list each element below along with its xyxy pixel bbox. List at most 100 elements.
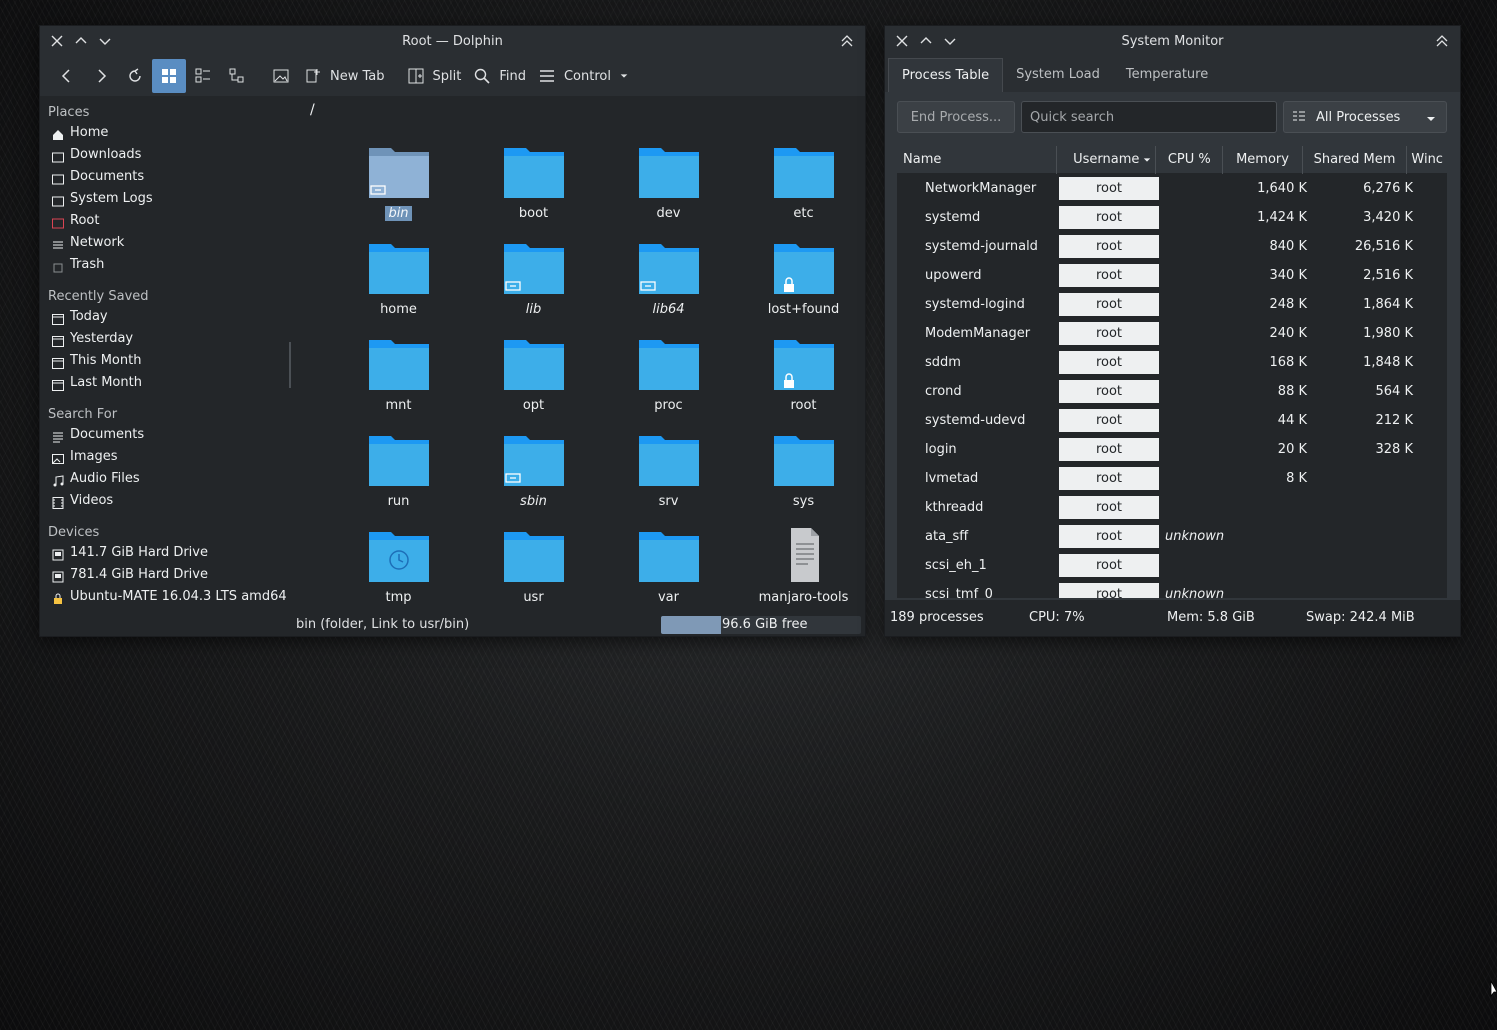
file-item[interactable]: lib	[466, 240, 601, 336]
find-button[interactable]: Find	[467, 59, 532, 93]
keep-above-icon[interactable]	[835, 29, 859, 53]
table-row[interactable]: NetworkManager root 1,640 K 6,276 K	[897, 174, 1447, 203]
recent-last-month[interactable]: Last Month	[40, 372, 290, 394]
place-network[interactable]: Network	[40, 232, 290, 254]
back-button[interactable]	[50, 59, 84, 93]
process-user: root	[1059, 409, 1159, 432]
search-images[interactable]: Images	[40, 446, 290, 468]
file-item[interactable]: srv	[601, 432, 736, 528]
file-item[interactable]: tmp	[331, 528, 466, 614]
file-item[interactable]: usr	[466, 528, 601, 614]
keep-above-icon[interactable]	[1430, 29, 1454, 53]
process-user: root	[1059, 583, 1159, 598]
place-home[interactable]: Home	[40, 122, 290, 144]
process-memory: 44 K	[1277, 413, 1307, 428]
table-row[interactable]: ModemManager root 240 K 1,980 K	[897, 319, 1447, 348]
place-trash[interactable]: Trash	[40, 254, 290, 276]
quick-search-input[interactable]	[1021, 101, 1277, 133]
file-item[interactable]: sys	[736, 432, 865, 528]
maximize-icon[interactable]	[914, 29, 938, 53]
minimize-icon[interactable]	[93, 29, 117, 53]
device-label: 781.4 GiB Hard Drive	[70, 567, 208, 582]
column-username[interactable]: Username	[1057, 146, 1157, 174]
table-row[interactable]: scsi_tmf_0 root unknown	[897, 580, 1447, 598]
process-user: root	[1059, 264, 1159, 287]
folder-icon	[368, 144, 429, 198]
recent-today[interactable]: Today	[40, 306, 290, 328]
device-ubuntu-mate[interactable]: Ubuntu-MATE 16.04.3 LTS amd64	[40, 586, 290, 608]
file-item[interactable]: dev	[601, 144, 736, 240]
file-item[interactable]: bin	[331, 144, 466, 240]
table-row[interactable]: systemd-journald root 840 K 26,516 K	[897, 232, 1447, 261]
tab-system-load[interactable]: System Load	[1003, 58, 1113, 92]
recent-yesterday[interactable]: Yesterday	[40, 328, 290, 350]
forward-button[interactable]	[84, 59, 118, 93]
table-row[interactable]: ata_sff root unknown	[897, 522, 1447, 551]
file-item[interactable]: manjaro-tools	[736, 528, 865, 614]
process-name: lvmetad	[925, 471, 979, 486]
file-item[interactable]: proc	[601, 336, 736, 432]
process-table: Name Username CPU % Memory Shared Mem Wi…	[897, 146, 1447, 598]
dolphin-titlebar[interactable]: Root — Dolphin	[40, 26, 865, 56]
device-hdd-2[interactable]: 781.4 GiB Hard Drive	[40, 564, 290, 586]
device-hdd-1[interactable]: 141.7 GiB Hard Drive	[40, 542, 290, 564]
table-row[interactable]: upowerd root 340 K 2,516 K	[897, 261, 1447, 290]
minimize-icon[interactable]	[938, 29, 962, 53]
end-process-button[interactable]: End Process...	[897, 101, 1015, 133]
maximize-icon[interactable]	[69, 29, 93, 53]
split-button[interactable]: Split	[401, 59, 468, 93]
file-item[interactable]: lost+found	[736, 240, 865, 336]
file-item[interactable]: mnt	[331, 336, 466, 432]
file-item[interactable]: var	[601, 528, 736, 614]
close-icon[interactable]	[890, 29, 914, 53]
file-item[interactable]: home	[331, 240, 466, 336]
reload-button[interactable]	[118, 59, 152, 93]
table-row[interactable]: kthreadd root	[897, 493, 1447, 522]
file-item[interactable]: root	[736, 336, 865, 432]
file-item[interactable]: run	[331, 432, 466, 528]
place-documents[interactable]: Documents	[40, 166, 290, 188]
table-row[interactable]: systemd-logind root 248 K 1,864 K	[897, 290, 1447, 319]
search-documents[interactable]: Documents	[40, 424, 290, 446]
process-filter-select[interactable]: All Processes	[1283, 101, 1447, 133]
column-shared-mem[interactable]: Shared Mem	[1303, 146, 1408, 174]
table-row[interactable]: login root 20 K 328 K	[897, 435, 1447, 464]
search-videos[interactable]: Videos	[40, 490, 290, 512]
compact-view-button[interactable]	[186, 59, 220, 93]
details-view-button[interactable]	[220, 59, 254, 93]
file-item[interactable]: opt	[466, 336, 601, 432]
tab-temperature[interactable]: Temperature	[1113, 58, 1221, 92]
column-name[interactable]: Name	[897, 146, 1058, 174]
table-row[interactable]: systemd root 1,424 K 3,420 K	[897, 203, 1447, 232]
table-row[interactable]: sddm root 168 K 1,848 K	[897, 348, 1447, 377]
column-memory[interactable]: Memory	[1223, 146, 1303, 174]
process-user: root	[1059, 293, 1159, 316]
search-audio[interactable]: Audio Files	[40, 468, 290, 490]
place-downloads[interactable]: Downloads	[40, 144, 290, 166]
table-row[interactable]: systemd-udevd root 44 K 212 K	[897, 406, 1447, 435]
column-window[interactable]: Winc	[1407, 146, 1447, 174]
file-item[interactable]: etc	[736, 144, 865, 240]
location-breadcrumb[interactable]: /	[310, 102, 315, 118]
sysmon-titlebar[interactable]: System Monitor	[885, 26, 1460, 56]
file-item[interactable]: boot	[466, 144, 601, 240]
process-user: root	[1059, 177, 1159, 200]
column-cpu[interactable]: CPU %	[1156, 146, 1224, 174]
panel-splitter[interactable]	[289, 342, 291, 388]
icons-view-button[interactable]	[152, 59, 186, 93]
recent-this-month[interactable]: This Month	[40, 350, 290, 372]
control-menu-button[interactable]: Control	[532, 59, 635, 93]
table-row[interactable]: lvmetad root 8 K	[897, 464, 1447, 493]
table-row[interactable]: crond root 88 K 564 K	[897, 377, 1447, 406]
file-item[interactable]: sbin	[466, 432, 601, 528]
places-panel: Places Home Downloads Documents System L…	[40, 96, 290, 614]
file-item[interactable]: lib64	[601, 240, 736, 336]
place-root[interactable]: Root	[40, 210, 290, 232]
preview-button[interactable]	[264, 59, 298, 93]
new-tab-button[interactable]: New Tab	[298, 59, 391, 93]
close-icon[interactable]	[45, 29, 69, 53]
place-system-logs[interactable]: System Logs	[40, 188, 290, 210]
tab-process-table[interactable]: Process Table	[888, 58, 1004, 92]
devices-heading: Devices	[48, 525, 100, 540]
table-row[interactable]: scsi_eh_1 root	[897, 551, 1447, 580]
